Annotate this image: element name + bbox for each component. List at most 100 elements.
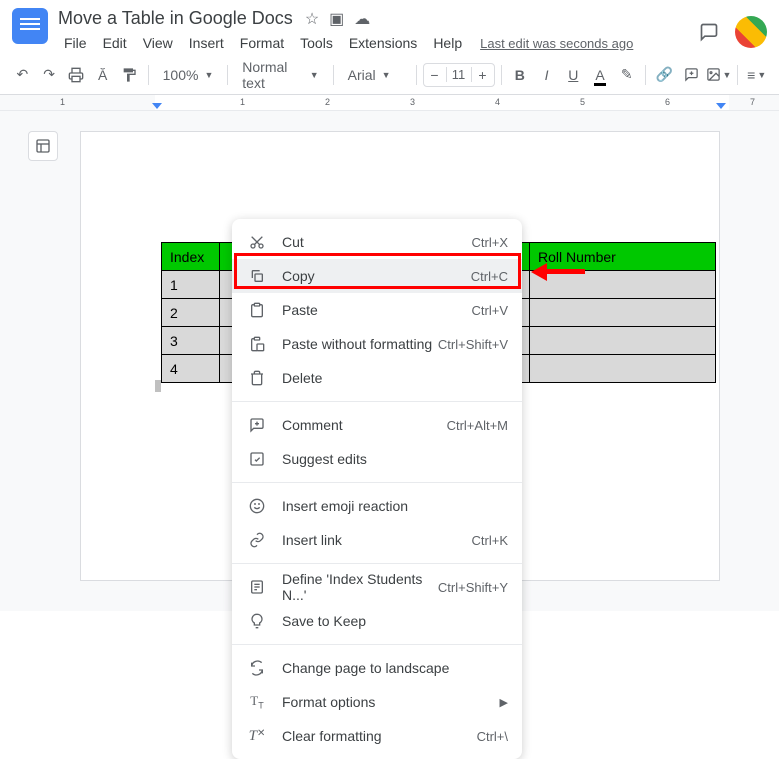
ruler[interactable]: 1 1 2 3 4 5 6 7	[0, 95, 779, 111]
docs-logo[interactable]	[12, 8, 48, 44]
font-dropdown[interactable]: Arial▼	[340, 61, 410, 89]
copy-icon	[246, 268, 268, 284]
context-menu-item-format-opts[interactable]: TT Format options▶	[232, 685, 522, 719]
italic-button[interactable]: I	[534, 61, 559, 89]
context-menu-item-keep[interactable]: Save to Keep	[232, 604, 522, 638]
context-menu-label: Copy	[282, 268, 471, 284]
outline-button[interactable]	[28, 131, 58, 161]
emoji-icon	[246, 498, 268, 514]
undo-button[interactable]: ↶	[10, 61, 35, 89]
context-menu-item-emoji[interactable]: Insert emoji reaction	[232, 489, 522, 523]
keep-icon	[246, 613, 268, 629]
cloud-icon[interactable]: ☁	[354, 9, 370, 29]
context-menu-item-paste[interactable]: PasteCtrl+V	[232, 293, 522, 327]
context-menu-item-link[interactable]: Insert linkCtrl+K	[232, 523, 522, 557]
context-menu-label: Paste	[282, 302, 472, 318]
paste-icon	[246, 302, 268, 318]
font-size-increase[interactable]: +	[472, 67, 494, 83]
bold-button[interactable]: B	[507, 61, 532, 89]
menu-help[interactable]: Help	[427, 31, 468, 55]
insert-image-button[interactable]: ▼	[706, 61, 732, 89]
context-menu-item-landscape[interactable]: Change page to landscape	[232, 651, 522, 685]
context-menu-label: Delete	[282, 370, 508, 386]
suggest-icon	[246, 451, 268, 467]
context-menu-separator	[232, 644, 522, 645]
format-opts-icon: TT	[246, 693, 268, 711]
star-icon[interactable]: ☆	[305, 9, 319, 29]
context-menu-item-suggest[interactable]: Suggest edits	[232, 442, 522, 476]
last-edit-link[interactable]: Last edit was seconds ago	[480, 36, 633, 51]
context-menu-label: Comment	[282, 417, 447, 433]
text-color-button[interactable]: A	[588, 61, 613, 89]
context-menu-separator	[232, 482, 522, 483]
selection-handle[interactable]	[155, 380, 161, 392]
print-button[interactable]	[64, 61, 89, 89]
context-menu-shortcut: Ctrl+Shift+V	[438, 337, 508, 352]
context-menu-shortcut: Ctrl+Shift+Y	[438, 580, 508, 595]
context-menu-item-cut[interactable]: CutCtrl+X	[232, 225, 522, 259]
context-menu-label: Clear formatting	[282, 728, 477, 744]
context-menu-item-clear-fmt[interactable]: T✕ Clear formattingCtrl+\	[232, 719, 522, 753]
document-title[interactable]: Move a Table in Google Docs	[58, 8, 293, 29]
context-menu-shortcut: Ctrl+V	[472, 303, 508, 318]
cut-icon	[246, 234, 268, 250]
context-menu-label: Insert emoji reaction	[282, 498, 508, 514]
context-menu-item-paste-plain[interactable]: Paste without formattingCtrl+Shift+V	[232, 327, 522, 361]
context-menu-item-comment[interactable]: CommentCtrl+Alt+M	[232, 408, 522, 442]
context-menu-item-delete[interactable]: Delete	[232, 361, 522, 395]
style-dropdown[interactable]: Normal text▼	[234, 61, 326, 89]
context-menu-label: Change page to landscape	[282, 660, 508, 676]
table-cell[interactable]	[530, 299, 716, 327]
context-menu-separator	[232, 563, 522, 564]
landscape-icon	[246, 660, 268, 676]
paint-format-button[interactable]	[117, 61, 142, 89]
highlight-button[interactable]: ✎	[614, 61, 639, 89]
insert-comment-button[interactable]	[679, 61, 704, 89]
redo-button[interactable]: ↷	[37, 61, 62, 89]
context-menu-shortcut: Ctrl+Alt+M	[447, 418, 508, 433]
context-menu-label: Format options	[282, 694, 500, 710]
table-cell[interactable]: 1	[162, 271, 220, 299]
context-menu-label: Paste without formatting	[282, 336, 438, 352]
comments-button[interactable]	[695, 18, 723, 46]
zoom-dropdown[interactable]: 100%▼	[155, 61, 222, 89]
clear-fmt-icon: T✕	[246, 728, 268, 745]
font-size-decrease[interactable]: −	[424, 67, 446, 83]
table-cell[interactable]	[530, 355, 716, 383]
table-cell[interactable]	[530, 327, 716, 355]
menu-edit[interactable]: Edit	[97, 31, 133, 55]
submenu-arrow-icon: ▶	[500, 696, 508, 709]
menu-insert[interactable]: Insert	[183, 31, 230, 55]
menu-file[interactable]: File	[58, 31, 93, 55]
context-menu-shortcut: Ctrl+\	[477, 729, 508, 744]
context-menu-label: Save to Keep	[282, 613, 508, 629]
paste-plain-icon	[246, 336, 268, 352]
context-menu-shortcut: Ctrl+C	[471, 269, 508, 284]
menu-extensions[interactable]: Extensions	[343, 31, 423, 55]
move-icon[interactable]: ▣	[329, 9, 344, 29]
underline-button[interactable]: U	[561, 61, 586, 89]
ruler-left-marker[interactable]	[152, 103, 162, 109]
table-cell[interactable]: 3	[162, 327, 220, 355]
align-button[interactable]: ≡▼	[744, 61, 769, 89]
table-cell[interactable]	[530, 271, 716, 299]
context-menu-label: Define 'Index Students N...'	[282, 571, 438, 603]
context-menu-item-define[interactable]: Define 'Index Students N...'Ctrl+Shift+Y	[232, 570, 522, 604]
context-menu: CutCtrl+XCopyCtrl+CPasteCtrl+VPaste with…	[232, 219, 522, 759]
menu-bar: File Edit View Insert Format Tools Exten…	[58, 31, 695, 55]
table-header[interactable]: Index	[162, 243, 220, 271]
context-menu-item-copy[interactable]: CopyCtrl+C	[232, 259, 522, 293]
table-cell[interactable]: 2	[162, 299, 220, 327]
ruler-right-marker[interactable]	[716, 103, 726, 109]
toolbar: ↶ ↷ Ă 100%▼ Normal text▼ Arial▼ − 11 + B…	[0, 55, 779, 95]
spellcheck-button[interactable]: Ă	[90, 61, 115, 89]
menu-tools[interactable]: Tools	[294, 31, 339, 55]
font-size-value[interactable]: 11	[446, 67, 472, 82]
menu-view[interactable]: View	[137, 31, 179, 55]
table-header[interactable]: Roll Number	[530, 243, 716, 271]
insert-link-button[interactable]: 🔗	[652, 61, 677, 89]
table-cell[interactable]: 4	[162, 355, 220, 383]
menu-format[interactable]: Format	[234, 31, 290, 55]
context-menu-separator	[232, 401, 522, 402]
account-avatar[interactable]	[735, 16, 767, 48]
